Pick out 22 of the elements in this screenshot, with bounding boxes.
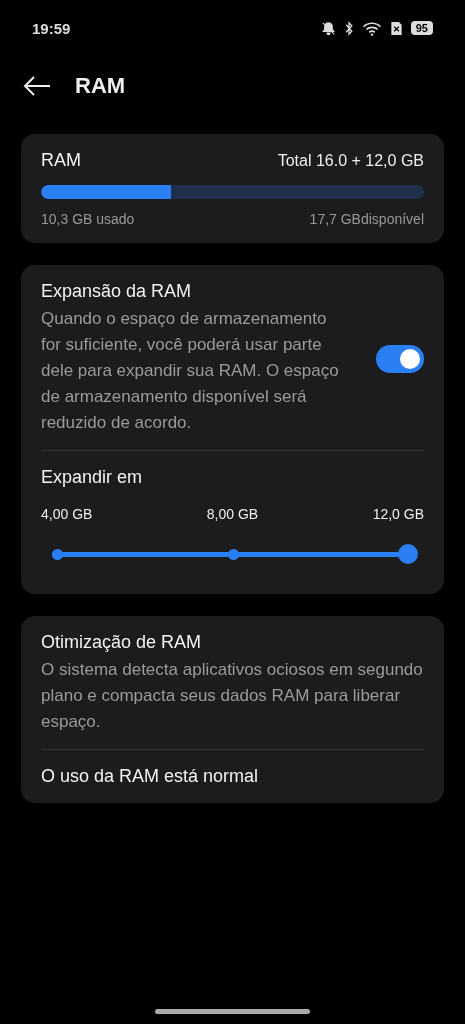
used-ram: 10,3 GB usado xyxy=(41,211,135,227)
battery-indicator: 95 xyxy=(410,21,433,35)
card-title: RAM xyxy=(41,150,81,171)
page-title: RAM xyxy=(75,73,126,99)
slider-option-label: 4,00 GB xyxy=(41,506,93,522)
description: O sistema detecta aplicativos ociosos em segundo plano e compacta seus dados RAM para liberar espaço. xyxy=(41,659,424,733)
wifi-icon xyxy=(361,20,382,36)
slider-option-label: 12,0 GB xyxy=(372,506,424,522)
description: Quando o espaço de armazenamento for suficiente, você poderá usar parte dele para expandir sua RAM. O espaço de armazenamento disponível será reduzido de acordo. xyxy=(41,308,340,434)
status-text: O uso da RAM está normal xyxy=(41,766,260,787)
slider-option-label: 8,00 GB xyxy=(206,506,259,522)
bluetooth-icon xyxy=(343,20,354,36)
card-title: Expansão da RAM xyxy=(41,281,193,302)
available-ram: 17,7 GBdisponível xyxy=(309,211,424,227)
back-arrow-icon[interactable] xyxy=(23,75,51,97)
total-ram: Total 16.0 + 12,0 GB xyxy=(277,151,424,170)
sim-icon xyxy=(389,20,403,36)
status-time: 19:59 xyxy=(32,19,71,37)
muted-bell-icon xyxy=(320,20,336,36)
toggle-switch[interactable] xyxy=(376,344,424,373)
card-title: Otimização de RAM xyxy=(41,632,203,653)
section-label: Expandir em xyxy=(41,467,144,488)
